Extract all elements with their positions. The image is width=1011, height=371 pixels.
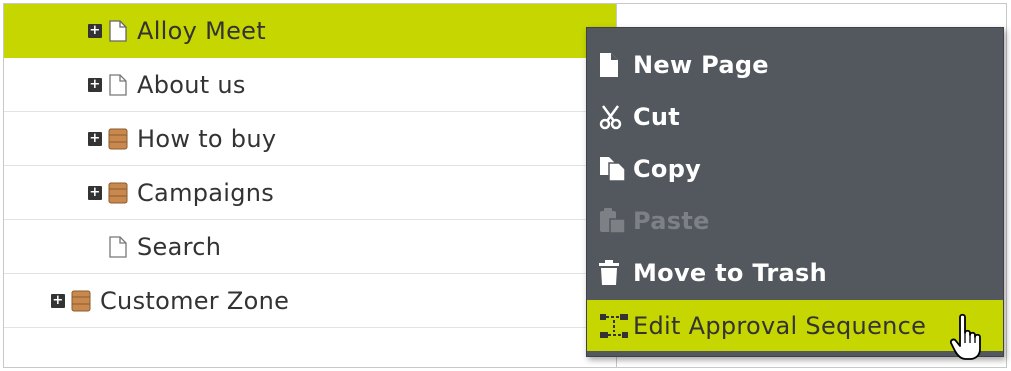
menu-item-paste: Paste	[587, 196, 1003, 246]
page-icon	[108, 73, 128, 97]
menu-item-new-page[interactable]: New Page	[587, 40, 1003, 90]
menu-item-label: Edit Approval Sequence	[633, 311, 927, 340]
tree-item-search[interactable]: Search	[4, 220, 616, 274]
page-icon	[108, 19, 128, 43]
menu-item-label: Paste	[633, 207, 710, 235]
menu-item-cut[interactable]: Cut	[587, 92, 1003, 142]
tree-item-alloy-meet[interactable]: + Alloy Meet	[4, 4, 616, 58]
expand-icon[interactable]: +	[88, 23, 102, 38]
tree-item-label: Search	[137, 232, 222, 261]
tree-item-label: Alloy Meet	[137, 16, 266, 45]
expand-icon[interactable]: +	[88, 185, 102, 200]
menu-item-label: Move to Trash	[633, 259, 828, 287]
trash-icon	[599, 258, 633, 288]
menu-item-label: Cut	[633, 103, 681, 131]
tree-item-how-to-buy[interactable]: + How to buy	[4, 112, 616, 166]
container-icon	[71, 289, 91, 313]
tree-item-customer-zone[interactable]: + Customer Zone	[4, 274, 616, 328]
approval-sequence-icon	[599, 311, 633, 341]
scissors-icon	[599, 102, 633, 132]
menu-item-copy[interactable]: Copy	[587, 144, 1003, 194]
page-tree: + Alloy Meet + About us + How to buy + C…	[4, 4, 617, 367]
hand-pointer-icon	[949, 313, 986, 361]
tree-item-campaigns[interactable]: + Campaigns	[4, 166, 616, 220]
expand-icon[interactable]: +	[88, 131, 102, 146]
expand-icon[interactable]: +	[88, 77, 102, 92]
container-icon	[108, 127, 128, 151]
new-page-icon	[599, 50, 633, 80]
container-icon	[108, 181, 128, 205]
copy-icon	[599, 154, 633, 184]
tree-item-about-us[interactable]: + About us	[4, 58, 616, 112]
tree-item-label: How to buy	[137, 124, 277, 153]
context-menu: New Page Cut Copy Paste Move to Trash Ed…	[586, 27, 1004, 357]
page-icon	[108, 235, 128, 259]
menu-item-label: New Page	[633, 51, 769, 79]
expand-icon[interactable]: +	[51, 293, 65, 308]
tree-item-label: Campaigns	[137, 178, 275, 207]
paste-icon	[599, 206, 633, 236]
menu-item-move-to-trash[interactable]: Move to Trash	[587, 248, 1003, 298]
tree-item-label: About us	[137, 70, 246, 99]
menu-item-label: Copy	[633, 155, 702, 183]
menu-item-edit-approval-sequence[interactable]: Edit Approval Sequence	[587, 300, 1003, 351]
tree-item-label: Customer Zone	[100, 286, 290, 315]
